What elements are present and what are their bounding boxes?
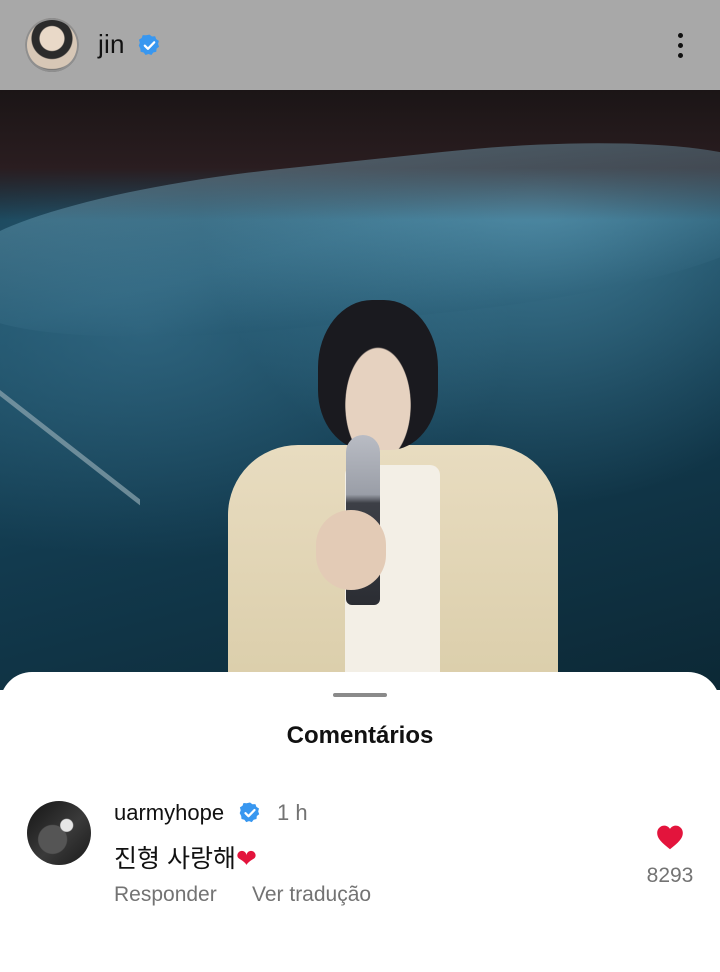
post-header: jin bbox=[0, 0, 720, 90]
comment-text: 진형 사랑해❤ bbox=[114, 839, 257, 875]
sheet-drag-handle[interactable] bbox=[333, 693, 387, 697]
post-photo[interactable] bbox=[0, 90, 720, 690]
comment-username[interactable]: uarmyhope bbox=[114, 800, 224, 826]
comments-title: Comentários bbox=[286, 722, 434, 749]
reply-button[interactable]: Responder bbox=[114, 883, 217, 907]
person-head bbox=[318, 300, 438, 450]
comment-body: 진형 사랑해 bbox=[114, 845, 236, 873]
more-options-icon[interactable] bbox=[666, 26, 696, 66]
heart-like-icon[interactable] bbox=[656, 824, 684, 850]
profile-avatar[interactable] bbox=[25, 18, 79, 72]
stair-rail bbox=[0, 390, 140, 690]
verified-badge-icon bbox=[239, 802, 260, 823]
comments-sheet bbox=[0, 672, 720, 972]
verified-badge-icon bbox=[138, 34, 160, 55]
heart-emoji: ❤ bbox=[235, 845, 257, 873]
commenter-avatar[interactable] bbox=[27, 801, 91, 865]
comment-timestamp: 1 h bbox=[277, 800, 308, 825]
post-username[interactable]: jin bbox=[98, 29, 125, 60]
like-count: 8293 bbox=[646, 864, 694, 887]
see-translation-button[interactable]: Ver tradução bbox=[252, 883, 371, 907]
